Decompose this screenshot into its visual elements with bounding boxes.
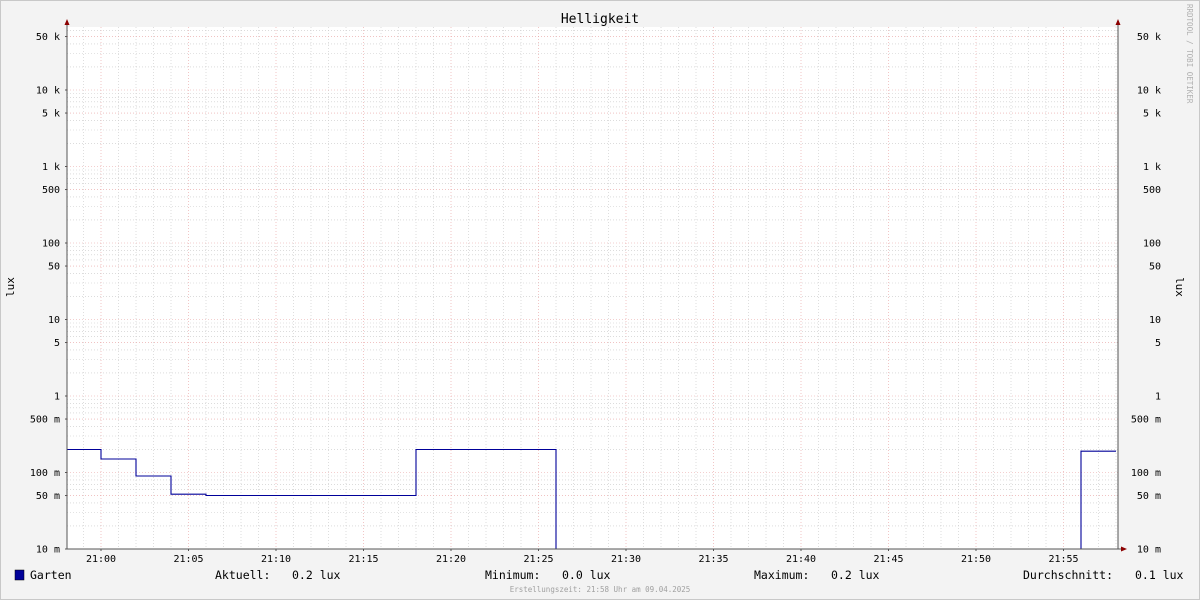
y-tick-label-right: 10 [1149,315,1161,326]
x-tick-label: 21:40 [786,554,816,565]
y-tick-label-right: 50 k [1137,32,1161,43]
y-tick-label-left: 500 m [30,415,60,426]
x-tick-label: 21:10 [261,554,291,565]
x-tick-label: 21:25 [523,554,553,565]
watermark: RRDTOOL / TOBI OETIKER [1185,4,1194,104]
y-tick-label-left: 1 k [42,162,60,173]
legend-avg-label: Durchschnitt: [1023,568,1113,582]
legend-avg-value: 0.1 lux [1135,568,1184,582]
y-tick-label-right: 100 m [1131,468,1161,479]
y-tick-label-right: 5 k [1143,109,1161,120]
y-tick-label-left: 5 [54,338,60,349]
y-tick-label-left: 5 k [42,109,60,120]
legend-max-value: 0.2 lux [831,568,880,582]
y-tick-label-right: 500 [1143,185,1161,196]
x-tick-label: 21:35 [698,554,728,565]
y-tick-label-left: 500 [42,185,60,196]
legend-series-label: Garten [30,568,72,582]
y-tick-label-right: 5 [1155,338,1161,349]
x-tick-label: 21:50 [961,554,991,565]
y-tick-label-left: 100 m [30,468,60,479]
legend-current-label: Aktuell: [215,568,270,582]
chart-title: Helligkeit [561,12,639,27]
y-tick-label-left: 100 [42,239,60,250]
y-tick-label-left: 50 [48,262,60,273]
x-tick-label: 21:20 [436,554,466,565]
legend-max-label: Maximum: [754,568,809,582]
x-tick-label: 21:15 [348,554,378,565]
legend-min-value: 0.0 lux [562,568,611,582]
y-axis-label-left: lux [4,277,17,297]
y-tick-label-right: 10 m [1137,545,1161,556]
chart-svg: 10 m 10 m 50 m 50 m 100 m 100 m 500 m 500 m 1 1 5 5… [0,0,1200,600]
legend-min-label: Minimum: [485,568,540,582]
x-tick-label: 21:55 [1048,554,1078,565]
y-tick-label-right: 1 [1155,392,1161,403]
y-tick-label-left: 1 [54,392,60,403]
y-tick-label-right: 50 m [1137,491,1161,502]
y-tick-label-left: 10 m [36,545,60,556]
legend-current-value: 0.2 lux [292,568,341,582]
chart-root: 10 m 10 m 50 m 50 m 100 m 100 m 500 m 500 m 1 1 5 5… [0,0,1200,600]
x-tick-label: 21:05 [173,554,203,565]
y-tick-label-left: 50 m [36,491,60,502]
y-tick-label-right: 50 [1149,262,1161,273]
y-axis-label-right: lux [1173,277,1186,297]
y-tick-label-right: 100 [1143,239,1161,250]
plot-area [67,27,1118,549]
y-tick-label-left: 50 k [36,32,60,43]
y-tick-label-left: 10 k [36,86,60,97]
x-tick-label: 21:00 [86,554,116,565]
y-tick-label-left: 10 [48,315,60,326]
x-tick-label: 21:45 [873,554,903,565]
footer-timestamp: Erstellungszeit: 21:58 Uhr am 09.04.2025 [510,585,691,594]
x-tick-label: 21:30 [611,554,641,565]
y-tick-label-right: 10 k [1137,86,1161,97]
y-tick-label-right: 500 m [1131,415,1161,426]
legend-swatch [14,569,25,581]
y-tick-label-right: 1 k [1143,162,1161,173]
